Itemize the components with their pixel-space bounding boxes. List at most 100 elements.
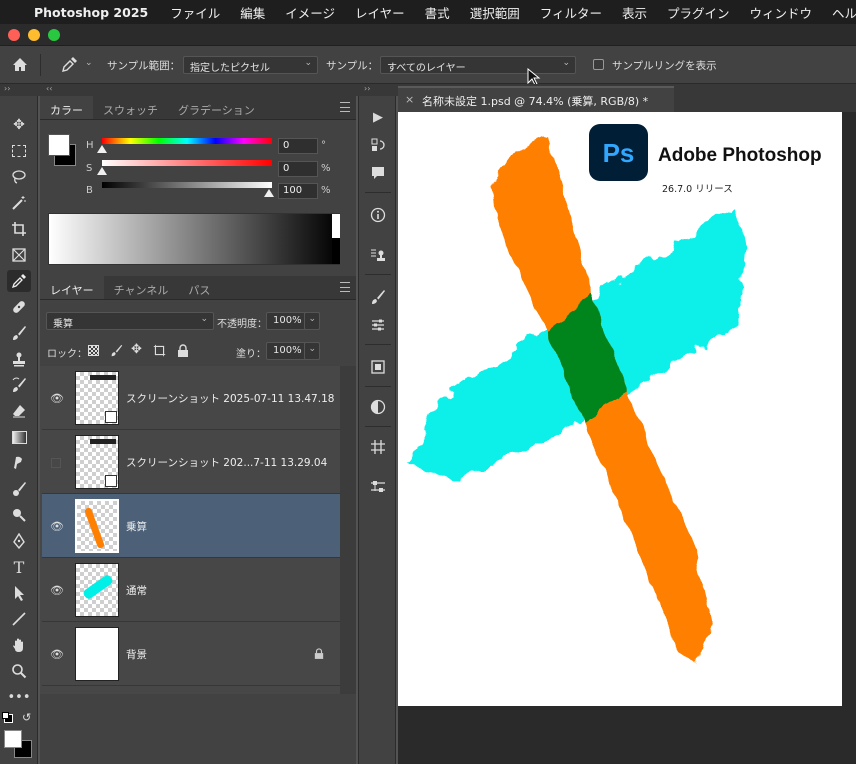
eraser-tool-icon[interactable] [7,400,31,422]
collapse-strip-icon[interactable]: ›› [364,84,370,93]
visibility-off-box[interactable] [51,458,61,468]
pen-tool-icon[interactable] [7,530,31,552]
menu-edit[interactable]: 編集 [240,3,265,22]
sample-size-select[interactable]: 指定したピクセル ⌄ [183,56,318,74]
swap-colors-icon[interactable]: ↺ [22,711,31,724]
adjustments-icon[interactable] [366,314,390,336]
history-brush-tool-icon[interactable] [7,374,31,396]
tab-color[interactable]: カラー [40,96,93,119]
layers-scrollbar[interactable] [340,366,356,694]
mixer-brush-tool-icon[interactable] [7,478,31,500]
menu-window[interactable]: ウィンドウ [750,3,813,22]
move-tool-icon[interactable]: ✥ [7,114,31,136]
menu-filter[interactable]: フィルター [540,3,602,22]
menu-image[interactable]: イメージ [285,3,335,22]
color-panel-menu-icon[interactable] [340,102,350,112]
close-window-button[interactable] [8,29,20,41]
tab-layers[interactable]: レイヤー [40,276,104,299]
menu-select[interactable]: 選択範囲 [470,3,520,22]
eyedropper-tool-icon[interactable] [7,270,31,292]
crop-tool-icon[interactable] [7,218,31,240]
menu-file[interactable]: ファイル [170,3,220,22]
layer-comps-icon[interactable] [366,476,390,498]
panel-foreground-swatch[interactable] [48,134,70,156]
menu-plugins[interactable]: プラグイン [667,3,730,22]
home-icon[interactable] [12,57,28,73]
hue-value-field[interactable]: 0 [278,138,318,154]
menu-help[interactable]: ヘル [832,3,856,22]
opacity-dropdown-button[interactable]: ⌄ [304,312,320,330]
zoom-window-button[interactable] [48,29,60,41]
collapse-panels-icon[interactable]: ‹‹ [46,84,52,93]
hue-slider[interactable] [102,138,272,144]
magic-wand-tool-icon[interactable] [7,192,31,214]
lock-transparent-icon[interactable] [88,345,99,356]
document-canvas[interactable]: Ps Adobe Photoshop 26.7.0 リリース [398,112,842,706]
layer-row-screenshot-2[interactable]: スクリーンショット 202...7-11 13.29.04 [42,430,340,494]
layer-row-multiply[interactable]: 👁 乗算 [42,494,340,558]
menu-layer[interactable]: レイヤー [355,3,405,22]
history-icon[interactable] [366,134,390,156]
visibility-eye-icon[interactable]: 👁 [50,392,64,405]
actions-play-icon[interactable]: ▶ [366,106,390,128]
line-tool-icon[interactable] [7,608,31,630]
sample-layers-select[interactable]: すべてのレイヤー ⌄ [380,56,576,74]
tool-presets-icon[interactable] [366,244,390,266]
document-tab[interactable]: × 名称未設定 1.psd @ 74.4% (乗算, RGB/8) * [398,86,674,112]
healing-brush-tool-icon[interactable] [7,296,31,318]
hand-tool-icon[interactable] [7,634,31,656]
saturation-slider-handle[interactable] [97,167,107,175]
dodge-tool-icon[interactable] [7,504,31,526]
expand-toolbar-icon[interactable]: ›› [4,84,10,93]
brightness-value-field[interactable]: 100 [278,183,318,199]
app-menu[interactable]: Photoshop 2025 [34,5,148,20]
libraries-icon[interactable] [366,356,390,378]
visibility-eye-icon[interactable]: 👁 [50,520,64,533]
brush-settings-icon[interactable] [366,286,390,308]
lock-all-icon[interactable] [177,344,189,357]
fill-dropdown-button[interactable]: ⌄ [304,342,320,360]
visibility-eye-icon[interactable]: 👁 [50,584,64,597]
lock-artboard-icon[interactable] [153,344,166,357]
color-ramp[interactable] [48,213,340,265]
layers-panel-menu-icon[interactable] [340,282,350,292]
lock-pixels-icon[interactable] [110,344,123,357]
gradient-tool-icon[interactable] [7,426,31,448]
foreground-color-swatch[interactable] [4,730,22,748]
marquee-tool-icon[interactable] [7,140,31,162]
type-tool-icon[interactable]: T [7,556,31,578]
saturation-value-field[interactable]: 0 [278,161,318,177]
sampling-ring-checkbox[interactable] [593,59,604,70]
layer-row-normal[interactable]: 👁 通常 [42,558,340,622]
lock-position-icon[interactable]: ✥ [131,342,142,357]
visibility-eye-icon[interactable]: 👁 [50,648,64,661]
comments-icon[interactable] [366,162,390,184]
more-tools-icon[interactable]: ••• [7,686,31,708]
smudge-tool-icon[interactable] [7,452,31,474]
brightness-slider[interactable] [102,182,272,188]
info-icon[interactable] [366,204,390,226]
eyedropper-tool-preset-icon[interactable] [60,56,78,74]
chevron-down-icon[interactable]: ⌄ [85,58,93,68]
brightness-slider-handle[interactable] [264,189,274,197]
tab-gradients[interactable]: グラデーション [168,96,265,119]
saturation-slider[interactable] [102,160,272,166]
tab-close-icon[interactable]: × [405,93,414,106]
menu-view[interactable]: 表示 [622,3,647,22]
lasso-tool-icon[interactable] [7,166,31,188]
ramp-white-chip[interactable] [332,214,340,238]
properties-icon[interactable] [366,396,390,418]
tab-swatches[interactable]: スウォッチ [93,96,168,119]
layer-row-screenshot-1[interactable]: 👁 スクリーンショット 2025-07-11 13.47.18 [42,366,340,430]
tab-paths[interactable]: パス [178,276,220,299]
menu-type[interactable]: 書式 [425,3,450,22]
blend-mode-select[interactable]: 乗算 ⌄ [46,312,214,330]
hue-slider-handle[interactable] [97,145,107,153]
frame-tool-icon[interactable] [7,244,31,266]
layer-row-background[interactable]: 👁 背景 [42,622,340,686]
clone-stamp-tool-icon[interactable] [7,348,31,370]
ramp-black-chip[interactable] [332,238,340,264]
brush-tool-icon[interactable] [7,322,31,344]
path-selection-tool-icon[interactable] [7,582,31,604]
glyphs-grid-icon[interactable] [366,436,390,458]
